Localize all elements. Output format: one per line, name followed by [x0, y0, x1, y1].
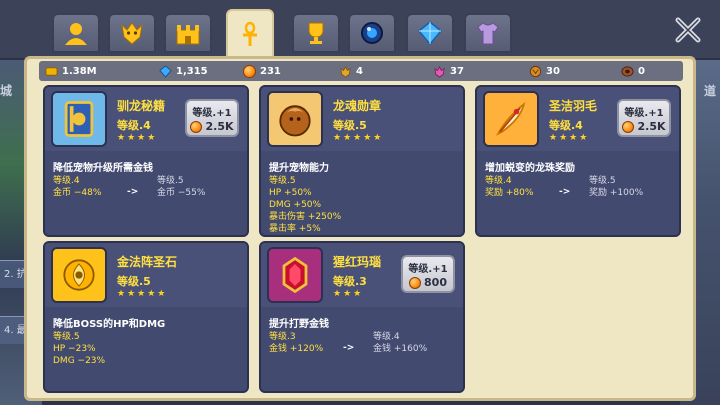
shirt-icon [477, 22, 499, 45]
artifact-level: 等级.5 [333, 119, 367, 132]
star-rating: ★★★★ [117, 133, 158, 143]
castle-icon [176, 25, 200, 45]
artifact-description: 降低宠物升级所需金钱 [53, 163, 153, 174]
artifact-name: 猩红玛瑙 [333, 255, 382, 269]
resource-dragon-token: 4 [339, 61, 363, 81]
artifact-card[interactable]: 金法阵圣石 等级.5 ★★★★★ 降低BOSS的HP和DMG 等级.5 HP −… [43, 241, 249, 393]
upgrade-arrow: -> [127, 187, 139, 197]
orange-coin-icon [243, 64, 256, 78]
upgrade-button[interactable]: 等级.+1 2.5K [617, 99, 671, 137]
star-rating: ★★★★★ [117, 289, 168, 299]
diamond-icon [417, 21, 443, 46]
star-rating: ★★★★ [549, 133, 590, 143]
dragon-head-icon [121, 22, 143, 45]
close-icon [675, 17, 701, 43]
resource-egg-token: 0 [621, 61, 645, 81]
upgrade-label: 等级.+1 [192, 108, 232, 119]
artifact-level: 等级.3 [333, 275, 367, 288]
pink-token-icon [434, 65, 445, 77]
artifact-description: 提升打野金钱 [269, 319, 329, 330]
upgrade-label: 等级.+1 [408, 264, 448, 275]
upgrade-cost: 2.5K [205, 120, 234, 133]
star-rating: ★★★★★ [333, 133, 384, 143]
artifact-name: 金法阵圣石 [117, 255, 178, 269]
next-stats: 等级.5 奖励 +100% [589, 176, 644, 198]
claw-token-icon [529, 65, 542, 77]
resource-bar: 1.38M 1,315 231 4 37 30 0 [39, 61, 683, 81]
gold-bar-icon [45, 66, 58, 76]
artifact-description: 提升宠物能力 [269, 163, 329, 174]
gem-icon [159, 64, 172, 78]
upgrade-cost: 800 [424, 276, 447, 289]
tab-shirt[interactable] [464, 13, 512, 53]
coin-icon [409, 276, 422, 289]
current-stats: 等级.4 金币 −48% [53, 176, 102, 198]
orb-icon [361, 22, 383, 44]
tab-bar [0, 0, 720, 58]
tab-user[interactable] [52, 13, 100, 53]
artifact-card[interactable]: 圣洁羽毛 等级.4 ★★★★ 等级.+1 2.5K 增加蜕变的龙珠奖励 等级.4… [475, 85, 681, 237]
next-stats: 等级.5 金币 −55% [157, 176, 206, 198]
feather-icon [483, 91, 539, 147]
upgrade-cost: 2.5K [637, 120, 666, 133]
gold-rune-icon [51, 247, 107, 303]
coin-icon [622, 120, 635, 133]
tab-diamond[interactable] [406, 13, 454, 53]
resource-pink-token: 37 [433, 61, 464, 81]
background-right-label: 道 [703, 84, 716, 98]
trophy-icon [308, 22, 324, 44]
tab-orb[interactable] [348, 13, 396, 53]
artifact-level: 等级.4 [117, 119, 151, 132]
dragon-medal-icon [267, 91, 323, 147]
egg-token-icon [621, 65, 634, 77]
background-left-label: 城 [0, 84, 13, 98]
coin-icon [190, 120, 203, 133]
current-stats: 等级.3 金钱 +120% [269, 332, 324, 354]
upgrade-arrow: -> [343, 343, 355, 353]
current-stats: 等级.4 奖励 +80% [485, 176, 534, 198]
artifact-panel: 1.38M 1,315 231 4 37 30 0 驯龙秘籍 等级.4 ★★★★… [24, 56, 696, 401]
tab-ankh[interactable] [226, 9, 274, 58]
current-stats: 等级.5 HP −23% DMG −23% [53, 332, 106, 366]
red-agate-icon [267, 247, 323, 303]
artifact-card[interactable]: 驯龙秘籍 等级.4 ★★★★ 等级.+1 2.5K 降低宠物升级所需金钱 等级.… [43, 85, 249, 237]
artifact-card[interactable]: 龙魂勋章 等级.5 ★★★★★ 提升宠物能力 等级.5 HP +50% DMG … [259, 85, 465, 237]
artifact-name: 驯龙秘籍 [117, 99, 166, 113]
tab-trophy[interactable] [292, 13, 340, 53]
artifact-level: 等级.4 [549, 119, 583, 132]
tab-dragon[interactable] [108, 13, 156, 53]
artifact-level: 等级.5 [117, 275, 151, 288]
book-icon [51, 91, 107, 147]
close-button[interactable] [670, 12, 706, 48]
dragon-token-icon [340, 65, 351, 77]
upgrade-arrow: -> [559, 187, 571, 197]
artifact-description: 降低BOSS的HP和DMG [53, 319, 166, 330]
current-stats: 等级.5 HP +50% DMG +50% 暴击伤害 +250% 暴击率 +5% [269, 176, 342, 234]
upgrade-label: 等级.+1 [624, 108, 664, 119]
ankh-icon [243, 21, 257, 46]
artifact-name: 龙魂勋章 [333, 99, 382, 113]
upgrade-button[interactable]: 等级.+1 800 [401, 255, 455, 293]
artifact-description: 增加蜕变的龙珠奖励 [485, 163, 575, 174]
star-rating: ★★★ [333, 289, 364, 299]
artifact-name: 圣洁羽毛 [549, 99, 598, 113]
user-icon [65, 23, 87, 45]
next-stats: 等级.4 金钱 +160% [373, 332, 428, 354]
resource-gold: 1.38M [45, 61, 97, 81]
resource-claw-token: 30 [529, 61, 560, 81]
tab-castle[interactable] [164, 13, 212, 53]
artifact-card[interactable]: 猩红玛瑙 等级.3 ★★★ 等级.+1 800 提升打野金钱 等级.3 金钱 +… [259, 241, 465, 393]
resource-coin: 231 [243, 61, 281, 81]
resource-gem: 1,315 [159, 61, 208, 81]
upgrade-button[interactable]: 等级.+1 2.5K [185, 99, 239, 137]
